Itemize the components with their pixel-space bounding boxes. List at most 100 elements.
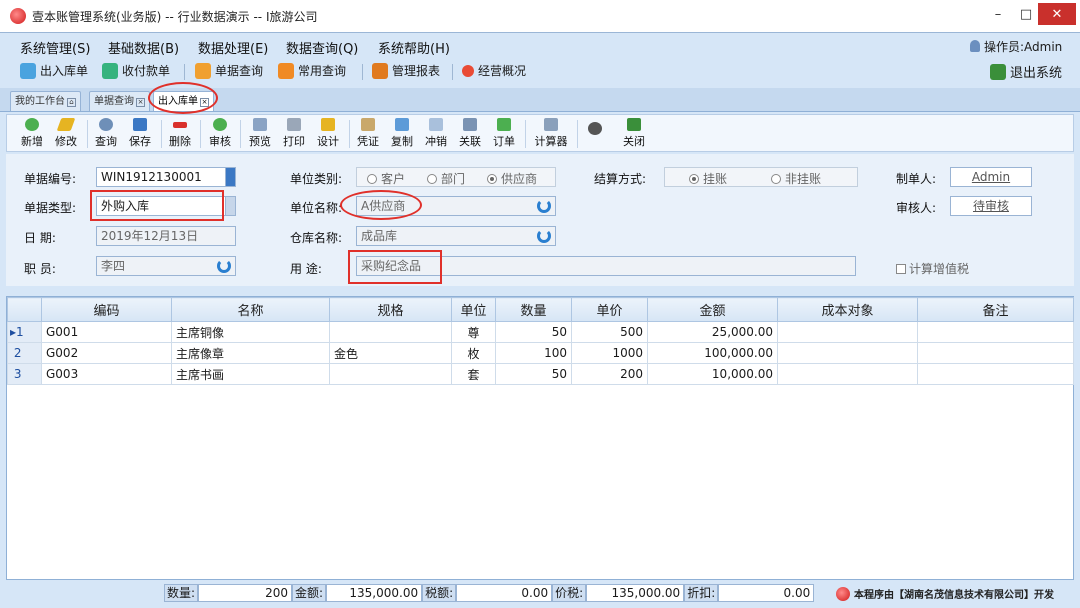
cell-qty[interactable]: 100 (495, 342, 572, 364)
warehouse-field[interactable]: 成品库 (356, 226, 556, 246)
cell-spec[interactable] (329, 321, 452, 343)
cell-cost-object[interactable] (777, 363, 918, 385)
query-button[interactable]: 查询 (91, 118, 121, 149)
staff-field[interactable]: 李四 (96, 256, 236, 276)
table-row[interactable]: 2 G002 主席像章 金色 枚 100 1000 100,000.00 (7, 342, 1074, 364)
cell-name[interactable]: 主席像章 (171, 342, 330, 364)
col-price[interactable]: 单价 (571, 297, 648, 322)
payment-icon (102, 62, 118, 79)
cell-code[interactable]: G001 (41, 321, 172, 343)
col-cost-object[interactable]: 成本对象 (777, 297, 918, 322)
cell-name[interactable]: 主席书画 (171, 363, 330, 385)
toolbar: 新增 修改 查询 保存 删除 审核 预览 打印 设计 凭证 复制 冲销 关联 订… (6, 114, 1074, 152)
purpose-field[interactable]: 采购纪念品 (356, 256, 856, 276)
radio-customer[interactable]: 客户 (367, 170, 405, 187)
radio-department[interactable]: 部门 (427, 170, 465, 187)
col-name[interactable]: 名称 (171, 297, 330, 322)
cell-cost-object[interactable] (777, 342, 918, 364)
cell-qty[interactable]: 50 (495, 321, 572, 343)
table-row[interactable]: ▸1 G001 主席铜像 尊 50 500 25,000.00 (7, 321, 1074, 343)
cell-code[interactable]: G002 (41, 342, 172, 364)
exit-icon (990, 63, 1006, 80)
edit-button[interactable]: 修改 (51, 118, 81, 149)
doc-type-select[interactable]: 外购入库 (96, 196, 236, 216)
tab-doc-query[interactable]: 单据查询 × (89, 91, 150, 111)
menu-help[interactable]: 系统帮助(H) (378, 38, 450, 57)
menu-basic-data[interactable]: 基础数据(B) (108, 38, 179, 57)
cell-unit[interactable]: 枚 (451, 342, 496, 364)
radio-on-account[interactable]: 挂账 (689, 170, 727, 187)
cell-unit[interactable]: 尊 (451, 321, 496, 343)
cell-cost-object[interactable] (777, 321, 918, 343)
quick-overview[interactable]: 经营概况 (462, 62, 526, 79)
reverse-button[interactable]: 冲销 (421, 118, 451, 149)
order-button[interactable]: 订单 (489, 118, 519, 149)
col-spec[interactable]: 规格 (329, 297, 452, 322)
cell-amount[interactable]: 10,000.00 (647, 363, 778, 385)
new-button[interactable]: 新增 (17, 118, 47, 149)
unit-name-field[interactable]: A供应商 (356, 196, 556, 216)
cell-name[interactable]: 主席铜像 (171, 321, 330, 343)
copy-button[interactable]: 复制 (387, 118, 417, 149)
quick-stock-doc[interactable]: 出入库单 (20, 62, 88, 79)
radio-supplier[interactable]: 供应商 (487, 170, 537, 187)
col-amount[interactable]: 金额 (647, 297, 778, 322)
audit-button[interactable]: 审核 (205, 118, 235, 149)
refresh-icon[interactable] (537, 229, 551, 243)
col-qty[interactable]: 数量 (495, 297, 572, 322)
close-icon[interactable]: × (200, 98, 209, 107)
quick-common-query[interactable]: 常用查询 (278, 62, 346, 79)
dropdown-icon[interactable] (225, 168, 235, 186)
cell-unit[interactable]: 套 (451, 363, 496, 385)
options-button[interactable] (585, 118, 605, 137)
tab-stock-doc[interactable]: 出入库单 × (153, 91, 214, 111)
date-field[interactable]: 2019年12月13日 (96, 226, 236, 246)
quick-doc-query[interactable]: 单据查询 (195, 62, 263, 79)
save-button[interactable]: 保存 (125, 118, 155, 149)
menu-data-query[interactable]: 数据查询(Q) (286, 38, 358, 57)
design-button[interactable]: 设计 (313, 118, 343, 149)
cell-remark[interactable] (917, 363, 1074, 385)
cell-price[interactable]: 500 (571, 321, 648, 343)
table-row[interactable]: 3 G003 主席书画 套 50 200 10,000.00 (7, 363, 1074, 385)
cell-remark[interactable] (917, 321, 1074, 343)
refresh-icon[interactable] (217, 259, 231, 273)
tab-workbench[interactable]: 我的工作台 ⌂ (10, 91, 81, 111)
exit-system-button[interactable]: 退出系统 (990, 62, 1062, 81)
voucher-button[interactable]: 凭证 (353, 118, 383, 149)
radio-not-on-account[interactable]: 非挂账 (771, 170, 821, 187)
close-icon[interactable]: × (136, 98, 145, 107)
preview-icon (253, 118, 267, 131)
col-code[interactable]: 编码 (41, 297, 172, 322)
quick-payment[interactable]: 收付款单 (102, 62, 170, 79)
doc-no-field[interactable]: WIN1912130001 (96, 167, 236, 187)
cell-spec[interactable]: 金色 (329, 342, 452, 364)
print-button[interactable]: 打印 (279, 118, 309, 149)
cell-spec[interactable] (329, 363, 452, 385)
cell-qty[interactable]: 50 (495, 363, 572, 385)
cell-remark[interactable] (917, 342, 1074, 364)
quick-report[interactable]: 管理报表 (372, 62, 440, 79)
close-button[interactable]: 关闭 (619, 118, 649, 149)
cell-price[interactable]: 1000 (571, 342, 648, 364)
menu-data-process[interactable]: 数据处理(E) (198, 38, 268, 57)
close-window-button[interactable]: ✕ (1038, 3, 1076, 25)
dropdown-icon[interactable] (225, 197, 235, 215)
cell-price[interactable]: 200 (571, 363, 648, 385)
vat-checkbox[interactable]: 计算增值税 (896, 260, 969, 277)
cell-code[interactable]: G003 (41, 363, 172, 385)
menu-system[interactable]: 系统管理(S) (20, 38, 90, 57)
row-number: 3 (7, 363, 42, 385)
calendar-icon[interactable] (225, 227, 235, 245)
cell-amount[interactable]: 25,000.00 (647, 321, 778, 343)
col-unit[interactable]: 单位 (451, 297, 496, 322)
total-qty-label: 数量: (164, 584, 199, 602)
preview-button[interactable]: 预览 (245, 118, 275, 149)
calculator-button[interactable]: 计算器 (531, 118, 571, 149)
refresh-icon[interactable] (537, 199, 551, 213)
unit-name-label: 单位名称: (290, 201, 343, 215)
link-button[interactable]: 关联 (455, 118, 485, 149)
delete-button[interactable]: 删除 (165, 118, 195, 149)
cell-amount[interactable]: 100,000.00 (647, 342, 778, 364)
col-remark[interactable]: 备注 (917, 297, 1074, 322)
